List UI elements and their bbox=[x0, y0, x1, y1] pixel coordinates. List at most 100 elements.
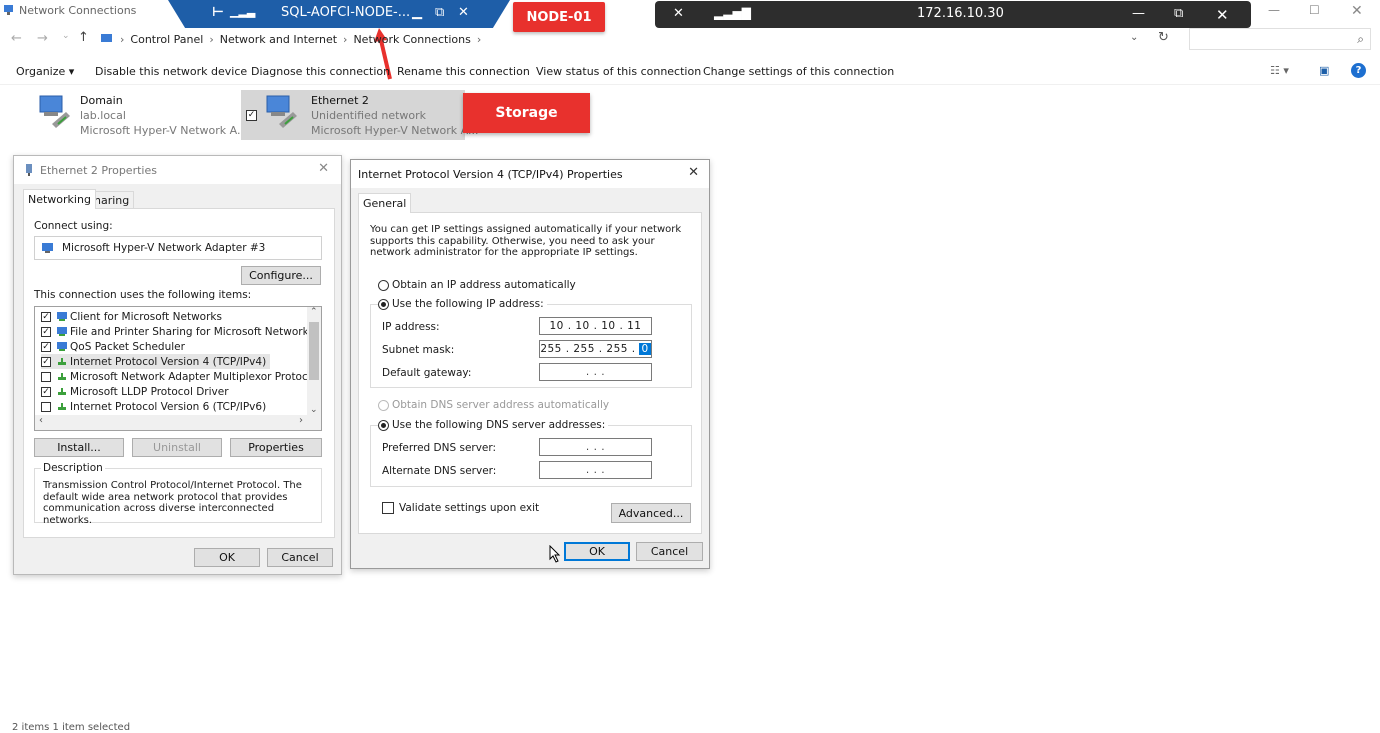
breadcrumb-network-internet[interactable]: Network and Internet bbox=[220, 33, 337, 46]
checkbox[interactable]: ✓ bbox=[41, 341, 51, 352]
obtain-dns-auto-option[interactable]: Obtain DNS server address automatically bbox=[378, 399, 609, 411]
validate-settings-option[interactable]: Validate settings upon exit bbox=[382, 502, 539, 514]
change-settings-button[interactable]: Change settings of this connection bbox=[703, 65, 894, 78]
advanced-button[interactable]: Advanced... bbox=[611, 503, 691, 523]
checkbox[interactable]: ✓ bbox=[41, 356, 51, 367]
rdp-close-icon[interactable]: ✕ bbox=[458, 5, 469, 20]
adapter-name: Domain bbox=[80, 94, 123, 107]
view-options-icon[interactable]: ☷ ▾ bbox=[1270, 64, 1289, 77]
list-item-selected[interactable]: ✓ Internet Protocol Version 4 (TCP/IPv4) bbox=[41, 354, 271, 369]
view-status-button[interactable]: View status of this connection bbox=[536, 65, 701, 78]
radio-button-selected[interactable] bbox=[378, 419, 389, 431]
dialog-titlebar: Internet Protocol Version 4 (TCP/IPv4) P… bbox=[351, 160, 709, 188]
dialog-close-icon[interactable]: ✕ bbox=[688, 165, 699, 180]
list-item[interactable]: Microsoft Network Adapter Multiplexor Pr… bbox=[41, 369, 317, 384]
tab-general[interactable]: General bbox=[358, 193, 412, 213]
disable-device-button[interactable]: Disable this network device bbox=[95, 65, 247, 78]
network-adapter-icon bbox=[39, 95, 70, 128]
scroll-right-icon[interactable]: › bbox=[299, 415, 303, 426]
protocol-icon bbox=[58, 358, 66, 365]
search-icon: ⌕ bbox=[1357, 32, 1364, 46]
default-gateway-input[interactable]: . . . bbox=[539, 363, 652, 381]
maximize-icon[interactable]: ☐ bbox=[1309, 3, 1320, 17]
cancel-button[interactable]: Cancel bbox=[636, 542, 703, 561]
list-item[interactable]: ✓ QoS Packet Scheduler bbox=[41, 339, 185, 354]
forward-icon[interactable]: → bbox=[37, 31, 48, 46]
connect-using-label: Connect using: bbox=[34, 220, 113, 232]
obtain-ip-auto-option[interactable]: Obtain an IP address automatically bbox=[378, 279, 576, 291]
scrollbar-thumb[interactable] bbox=[309, 322, 319, 380]
item-label: Client for Microsoft Networks bbox=[70, 310, 222, 323]
cancel-button[interactable]: Cancel bbox=[267, 548, 333, 567]
rdp-minimize-icon[interactable]: ▁ bbox=[412, 5, 422, 20]
breadcrumb-control-panel[interactable]: Control Panel bbox=[130, 33, 203, 46]
subnet-selected-octet: 0 bbox=[639, 343, 651, 355]
selection-checkbox[interactable]: ✓ bbox=[246, 110, 257, 121]
checkbox[interactable]: ✓ bbox=[41, 386, 51, 397]
description-label: Description bbox=[41, 462, 105, 474]
recent-dropdown-icon[interactable]: ⌄ bbox=[62, 31, 70, 41]
list-item[interactable]: ✓ File and Printer Sharing for Microsoft … bbox=[41, 324, 314, 339]
uninstall-button[interactable]: Uninstall bbox=[132, 438, 222, 457]
rdp-restore-icon[interactable]: ⧉ bbox=[435, 5, 444, 20]
adapter-domain[interactable]: Domain lab.local Microsoft Hyper-V Netwo… bbox=[32, 90, 248, 140]
scroll-down-icon[interactable]: ⌄ bbox=[310, 405, 318, 415]
scroll-up-icon[interactable]: ⌃ bbox=[310, 307, 318, 317]
remote-close-icon[interactable]: ✕ bbox=[1216, 6, 1229, 24]
minimize-icon[interactable]: — bbox=[1268, 3, 1280, 17]
diagnose-button[interactable]: Diagnose this connection bbox=[251, 65, 390, 78]
mouse-cursor-icon bbox=[549, 545, 561, 563]
components-list[interactable]: ✓ Client for Microsoft Networks ✓ File and… bbox=[34, 306, 322, 431]
pin-icon[interactable]: ⊢ bbox=[212, 5, 224, 20]
option-label: Use the following DNS server addresses: bbox=[392, 419, 606, 431]
ok-button[interactable]: OK bbox=[564, 542, 630, 561]
rename-button[interactable]: Rename this connection bbox=[397, 65, 530, 78]
back-icon[interactable]: ← bbox=[11, 31, 22, 46]
checkbox[interactable]: ✓ bbox=[41, 326, 51, 337]
remote-minimize-icon[interactable]: — bbox=[1132, 6, 1145, 21]
list-item[interactable]: Internet Protocol Version 6 (TCP/IPv6) bbox=[41, 399, 266, 414]
dialog-close-icon[interactable]: ✕ bbox=[318, 161, 329, 176]
item-label: QoS Packet Scheduler bbox=[70, 340, 185, 353]
remote-restore-icon[interactable]: ⧉ bbox=[1174, 6, 1183, 21]
up-icon[interactable]: ↑ bbox=[78, 30, 89, 45]
radio-button-disabled[interactable] bbox=[378, 399, 389, 411]
refresh-icon[interactable]: ↻ bbox=[1158, 30, 1169, 45]
adapter-ethernet-2[interactable]: ✓ Ethernet 2 Unidentified network Micros… bbox=[241, 90, 479, 140]
scroll-left-icon[interactable]: ‹ bbox=[39, 415, 43, 426]
checkbox[interactable]: ✓ bbox=[41, 311, 51, 322]
checkbox[interactable] bbox=[41, 401, 51, 412]
checkbox[interactable] bbox=[41, 371, 51, 382]
list-item[interactable]: ✓ Client for Microsoft Networks bbox=[41, 309, 222, 324]
properties-button[interactable]: Properties bbox=[230, 438, 322, 457]
unpin-icon[interactable]: ✕ bbox=[673, 6, 684, 21]
organize-button[interactable]: Organize ▾ bbox=[16, 65, 74, 78]
address-dropdown-icon[interactable]: ⌄ bbox=[1130, 32, 1138, 43]
preferred-dns-input[interactable]: . . . bbox=[539, 438, 652, 456]
validate-checkbox[interactable] bbox=[382, 502, 394, 514]
ok-button[interactable]: OK bbox=[194, 548, 260, 567]
tab-networking[interactable]: Networking bbox=[23, 189, 96, 209]
install-button[interactable]: Install... bbox=[34, 438, 124, 457]
ip-address-input[interactable]: 10 . 10 . 10 . 11 bbox=[539, 317, 652, 335]
vertical-scrollbar[interactable]: ⌃ ⌄ bbox=[307, 307, 321, 415]
help-icon[interactable]: ? bbox=[1351, 63, 1366, 78]
breadcrumb-network-connections[interactable]: Network Connections bbox=[353, 33, 470, 46]
preferred-dns-label: Preferred DNS server: bbox=[382, 442, 497, 454]
radio-button-selected[interactable] bbox=[378, 298, 389, 310]
subnet-mask-input[interactable]: 255 . 255 . 255 . 0 bbox=[539, 340, 652, 358]
item-label: File and Printer Sharing for Microsoft N… bbox=[70, 325, 315, 338]
close-icon[interactable]: ✕ bbox=[1351, 3, 1363, 19]
description-group: Description Transmission Control Protoco… bbox=[34, 462, 322, 526]
adapter-icon bbox=[26, 164, 32, 176]
list-item[interactable]: ✓ Microsoft LLDP Protocol Driver bbox=[41, 384, 229, 399]
configure-button[interactable]: Configure... bbox=[241, 266, 321, 285]
alternate-dns-input[interactable]: . . . bbox=[539, 461, 652, 479]
use-following-ip-option[interactable]: Use the following IP address: bbox=[378, 298, 547, 310]
rdp-session-name: SQL-AOFCI-NODE-... bbox=[281, 5, 411, 20]
search-input[interactable]: ⌕ bbox=[1189, 28, 1371, 50]
preview-pane-icon[interactable]: ▣ bbox=[1319, 64, 1329, 77]
use-following-dns-option[interactable]: Use the following DNS server addresses: bbox=[378, 419, 609, 431]
radio-button[interactable] bbox=[378, 279, 389, 291]
horizontal-scrollbar[interactable]: ‹ › bbox=[35, 415, 321, 430]
